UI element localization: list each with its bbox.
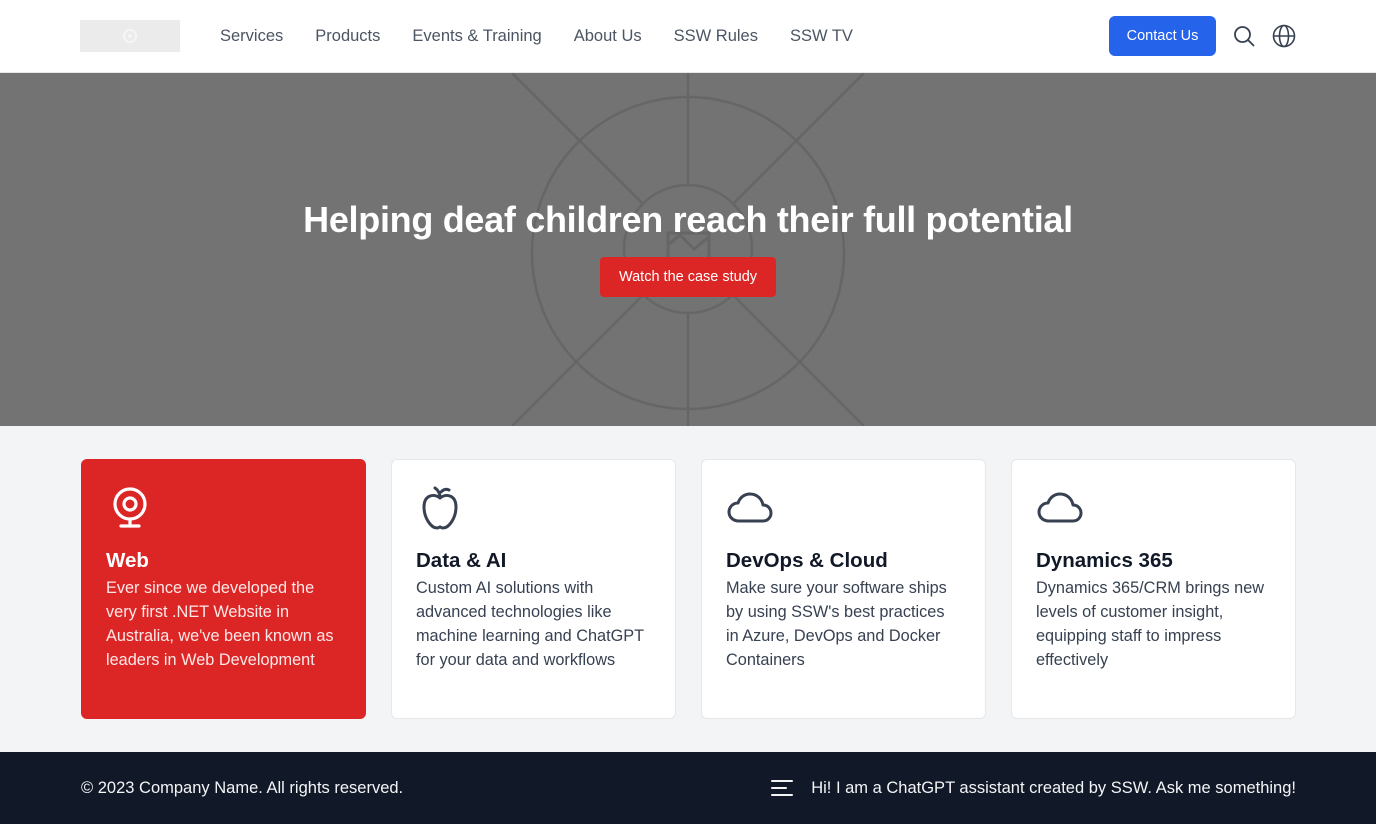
hero-banner: Helping deaf children reach their full p… [0,73,1376,426]
search-button[interactable] [1231,23,1257,49]
card-description: Custom AI solutions with advanced techno… [416,579,644,669]
copyright-text: © 2023 Company Name. All rights reserved… [81,779,404,797]
globe-icon [1272,24,1296,48]
service-card-data-ai[interactable]: Data & AI Custom AI solutions with advan… [391,459,676,719]
menu-icon [771,780,794,796]
site-header: Services Products Events & Training Abou… [0,0,1376,73]
nav-item-ssw-tv[interactable]: SSW TV [790,27,853,46]
nav-item-ssw-rules[interactable]: SSW Rules [674,27,758,46]
language-button[interactable] [1271,23,1297,49]
card-title: Data & AI [416,549,507,572]
chat-prompt-text: Hi! I am a ChatGPT assistant created by … [811,778,1296,797]
watch-case-study-button[interactable]: Watch the case study [600,257,776,297]
card-title: Dynamics 365 [1036,549,1173,572]
service-card-dynamics-365[interactable]: Dynamics 365 Dynamics 365/CRM brings new… [1011,459,1296,719]
nav-item-products[interactable]: Products [315,27,380,46]
site-footer: © 2023 Company Name. All rights reserved… [0,752,1376,824]
nav-item-services[interactable]: Services [220,27,283,46]
webcam-icon [113,487,147,528]
apple-icon [422,486,458,530]
site-logo[interactable] [80,20,180,52]
hero-image-placeholder [511,73,865,426]
card-description: Make sure your software ships by using S… [726,579,947,669]
chatgpt-assistant-button[interactable]: Hi! I am a ChatGPT assistant created by … [771,776,1296,800]
card-description: Dynamics 365/CRM brings new levels of cu… [1036,579,1265,669]
search-icon [1234,26,1255,47]
logo-placeholder-icon [123,29,137,43]
hero-title: Helping deaf children reach their full p… [303,199,1073,240]
nav-item-events-training[interactable]: Events & Training [412,27,541,46]
card-title: DevOps & Cloud [726,549,888,572]
service-card-web[interactable]: Web Ever since we developed the very fir… [81,459,366,719]
card-title: Web [106,549,149,572]
contact-us-button[interactable]: Contact Us [1109,16,1216,56]
cloud-icon [727,492,773,523]
main-nav: Services Products Events & Training Abou… [220,0,885,72]
cloud-icon [1037,492,1083,523]
card-description: Ever since we developed the very first .… [106,579,334,669]
service-card-devops-cloud[interactable]: DevOps & Cloud Make sure your software s… [701,459,986,719]
nav-item-about-us[interactable]: About Us [574,27,642,46]
